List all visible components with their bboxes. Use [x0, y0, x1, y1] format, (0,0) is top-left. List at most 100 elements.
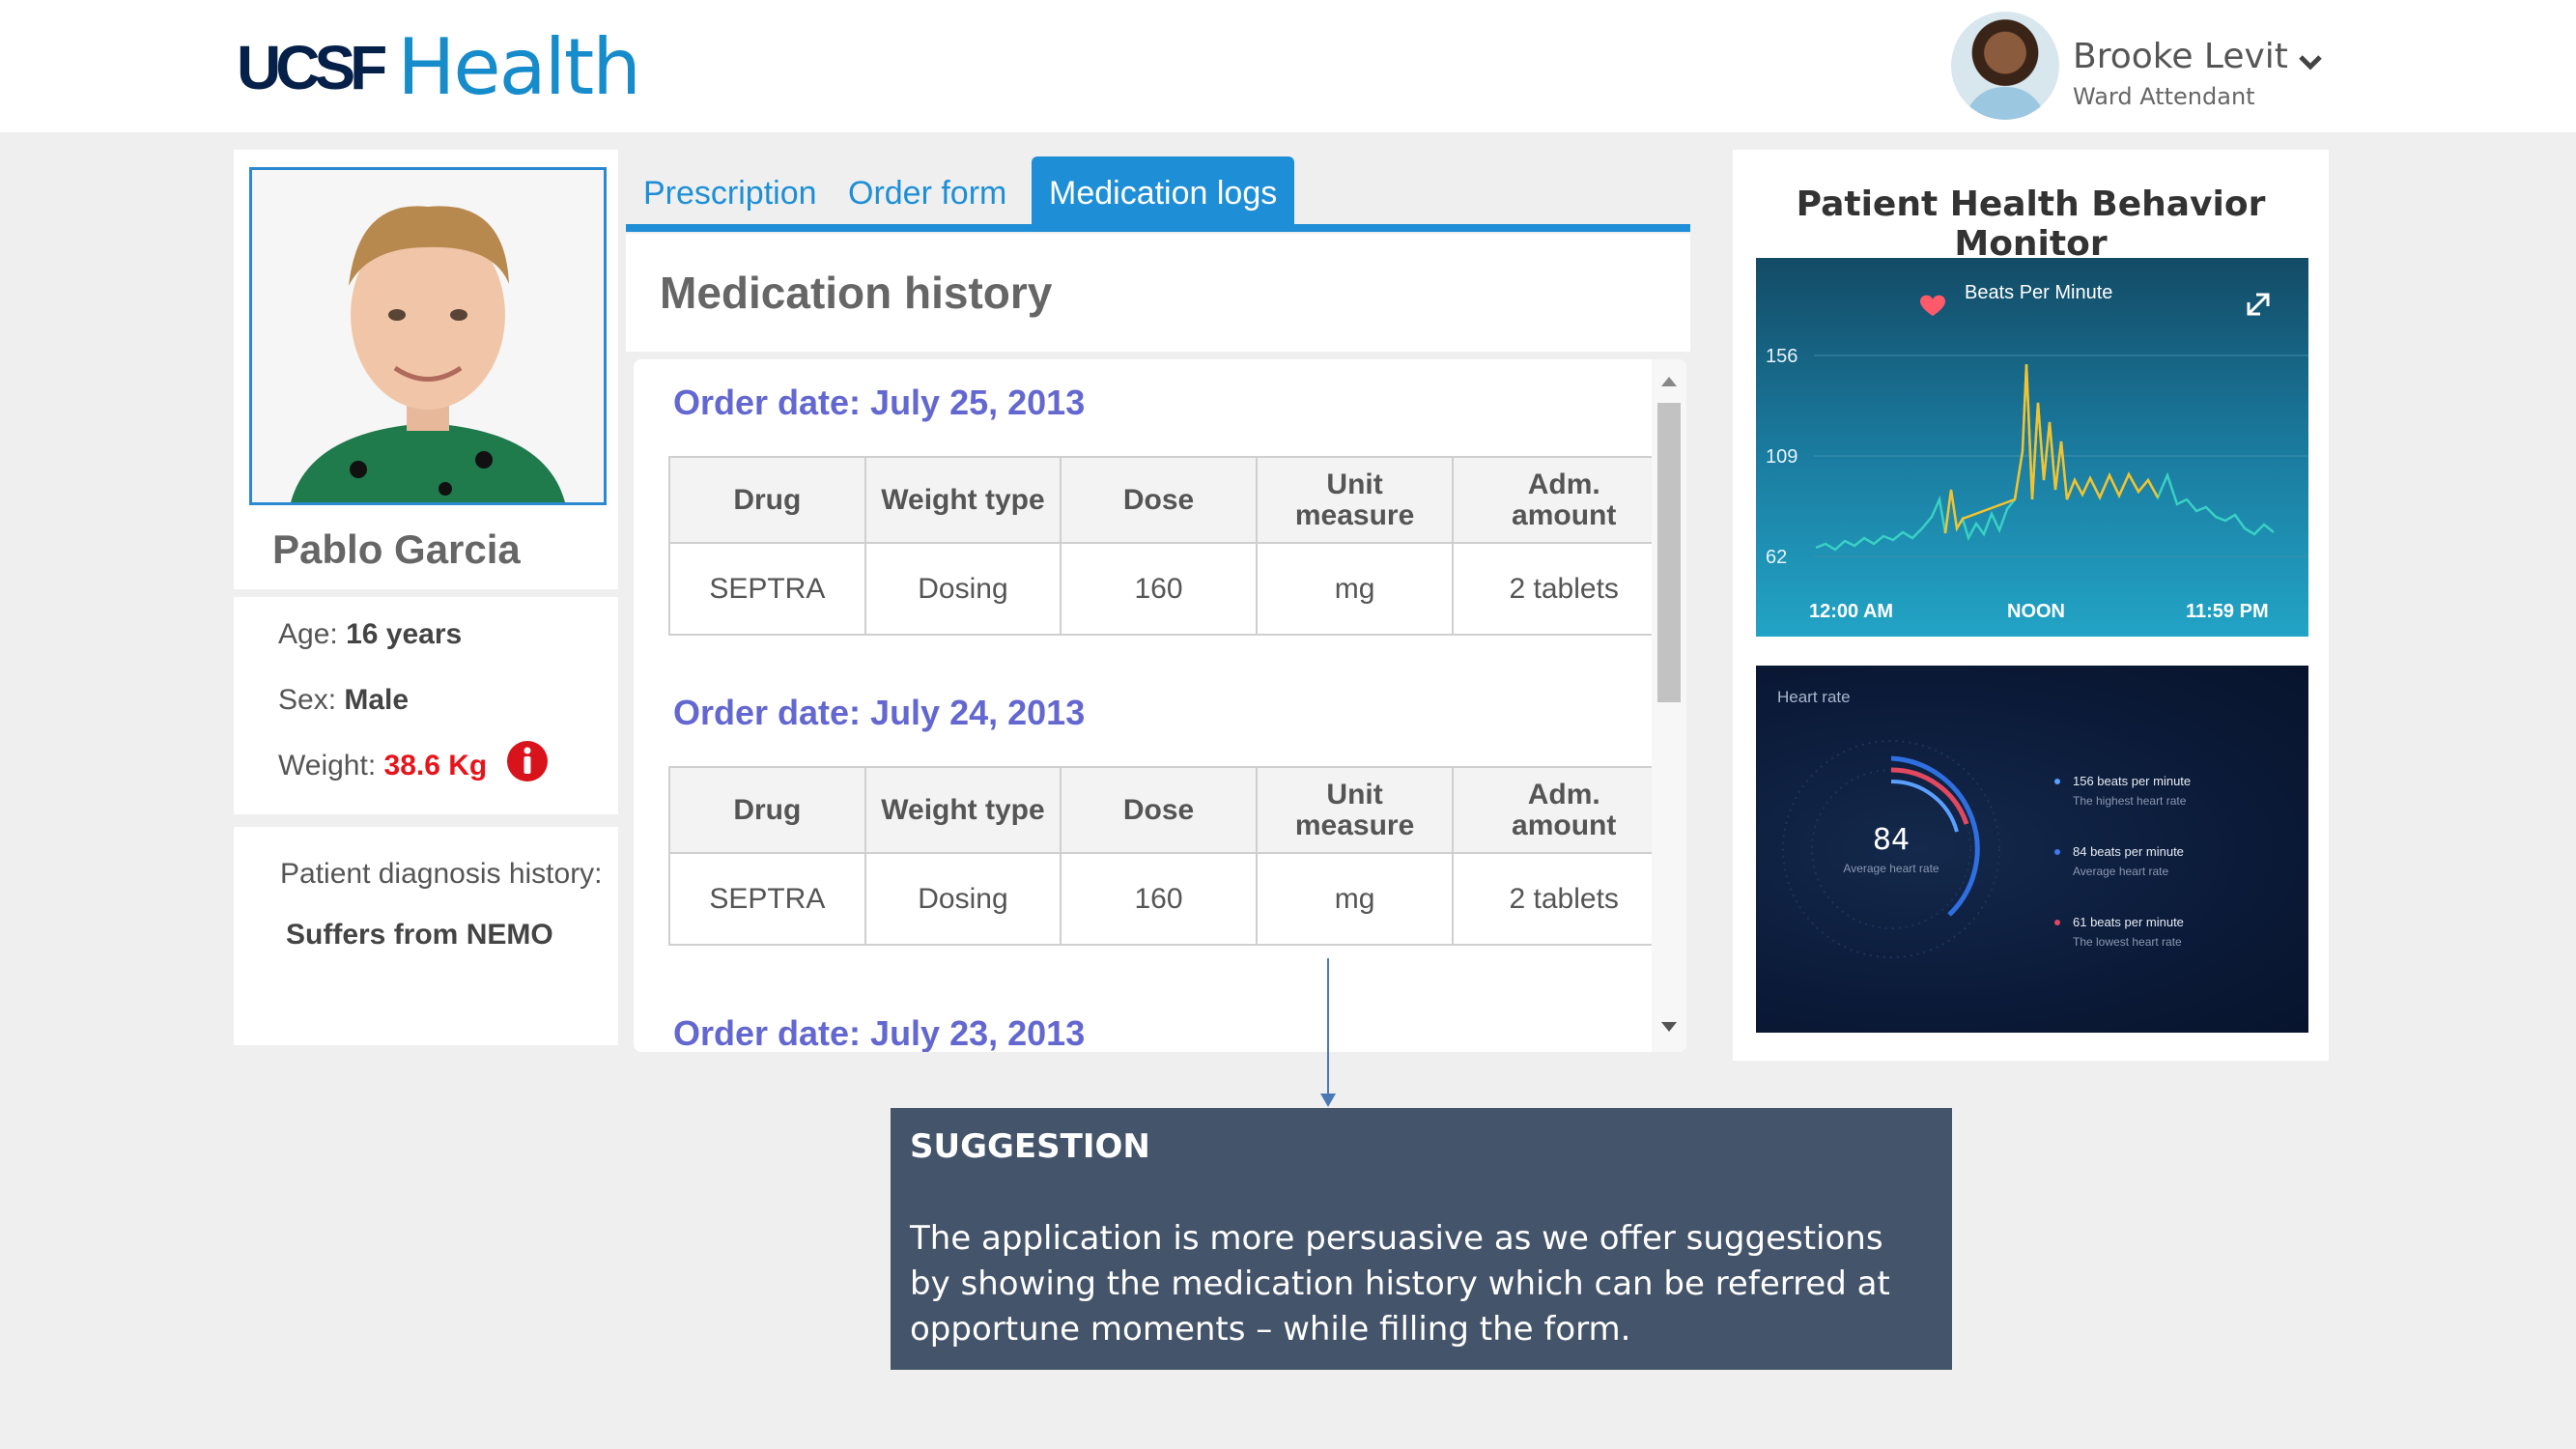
col-unit-line2: measure [1294, 809, 1415, 841]
logo-health-text: Health [397, 22, 641, 112]
age-value: 16 years [346, 618, 463, 650]
legend-min-value: 61 beats per minute [2073, 915, 2184, 929]
legend-avg-value: 84 beats per minute [2073, 844, 2184, 859]
suggestion-title: SUGGESTION [910, 1127, 1150, 1166]
heart-rate-title: Heart rate [1777, 688, 1851, 706]
diagnosis-card: Patient diagnosis history: Suffers from … [234, 827, 618, 1045]
chevron-down-icon[interactable] [2297, 48, 2324, 75]
health-monitor-card: Patient Health Behavior Monitor Beats Pe… [1733, 150, 2329, 1061]
medication-history-title: Medication history [660, 268, 1053, 318]
table-row[interactable]: SEPTRA Dosing 160 mg 2 tablets [668, 542, 1676, 636]
table-header-row: Drug Weight type Dose Unit measure Adm. am… [668, 766, 1676, 854]
scroll-up-arrow-icon[interactable] [1661, 377, 1677, 386]
col-adm-line1: Adm. [1527, 778, 1600, 810]
tab-underline [626, 224, 1690, 232]
tab-medication-logs[interactable]: Medication logs [1032, 156, 1295, 224]
order-date-1: Order date: July 25, 2013 [673, 383, 1086, 422]
bpm-series-line [1815, 363, 2275, 552]
cell-unit: mg [1255, 852, 1455, 946]
tab-prescription[interactable]: Prescription [626, 156, 835, 224]
cell-drug: SEPTRA [668, 542, 866, 636]
cell-amount: 2 tablets [1452, 542, 1676, 636]
col-drug: Drug [668, 766, 866, 854]
y-tick-label: 109 [1766, 446, 1798, 468]
patient-info-card: Age: 16 years Sex: Male Weight: 38.6 Kg [234, 597, 618, 814]
average-heart-rate-value: 84 [1873, 823, 1910, 857]
table-row[interactable]: SEPTRA Dosing 160 mg 2 tablets [668, 852, 1676, 946]
user-role: Ward Attendant [2073, 83, 2255, 110]
bpm-chart-title: Beats Per Minute [1965, 282, 2112, 303]
top-header: UCSF Health Brooke Levit Ward Attendant [0, 0, 2576, 132]
legend-avg-desc: Average heart rate [2073, 865, 2169, 878]
col-unit-line2: measure [1294, 498, 1415, 531]
scroll-down-arrow-icon[interactable] [1661, 1022, 1677, 1032]
sex-value: Male [344, 684, 410, 716]
heart-icon [1920, 295, 1945, 316]
patient-photo [249, 167, 607, 505]
min-rate-arc [1890, 767, 1969, 825]
suggestion-callout: SUGGESTION The application is more persu… [891, 1108, 1952, 1370]
x-tick-label: 11:59 PM [2186, 601, 2269, 622]
medication-history-list[interactable]: Order date: July 25, 2013 Drug Weight ty… [634, 359, 1686, 1052]
average-heart-rate-label: Average heart rate [1843, 862, 1939, 875]
col-unit-line1: Unit [1326, 468, 1383, 500]
bpm-peak-series [1943, 363, 2160, 534]
col-drug: Drug [668, 456, 866, 544]
cell-drug: SEPTRA [668, 852, 866, 946]
cell-weight-type: Dosing [863, 542, 1062, 636]
patient-weight: Weight: 38.6 Kg [278, 750, 487, 782]
legend-dot-min [2054, 920, 2060, 925]
callout-arrow-line [1327, 958, 1329, 1099]
info-alert-icon[interactable] [506, 740, 549, 782]
diagnosis-value: Suffers from NEMO [286, 919, 553, 951]
tab-bar: Prescription Order form Medication logs [626, 156, 1690, 232]
weight-value: 38.6 Kg [383, 750, 488, 781]
user-avatar[interactable] [1951, 12, 2059, 120]
x-tick-label: 12:00 AM [1809, 601, 1893, 622]
y-tick-label: 62 [1766, 547, 1787, 568]
y-tick-label: 156 [1766, 346, 1798, 367]
cell-amount: 2 tablets [1452, 852, 1676, 946]
patient-age: Age: 16 years [278, 618, 462, 651]
logo-ucsf-text: UCSF [237, 33, 387, 102]
age-label: Age: [278, 618, 338, 650]
sex-label: Sex: [278, 684, 337, 716]
weight-label: Weight: [278, 750, 377, 781]
col-weight-type: Weight type [863, 456, 1062, 544]
vertical-scrollbar[interactable] [1652, 359, 1686, 1052]
diagnosis-label: Patient diagnosis history: [280, 858, 603, 890]
col-unit-measure: Unit measure [1255, 456, 1455, 544]
heart-rate-panel[interactable]: Heart rate 84 Average heart rate 156 bea… [1756, 666, 2308, 1033]
table-header-row: Drug Weight type Dose Unit measure Adm. am… [668, 456, 1676, 544]
ucsf-health-logo[interactable]: UCSF Health [237, 22, 641, 112]
legend-max-desc: The highest heart rate [2073, 794, 2187, 808]
patient-sex: Sex: Male [278, 684, 409, 717]
cell-weight-type: Dosing [863, 852, 1062, 946]
patient-profile-card: Pablo Garcia [234, 150, 618, 589]
scrollbar-thumb[interactable] [1657, 403, 1681, 702]
expand-icon[interactable] [2247, 293, 2270, 316]
cell-dose: 160 [1060, 542, 1258, 636]
tab-order-form[interactable]: Order form [831, 156, 1024, 224]
col-adm-amount: Adm. amount [1452, 456, 1676, 544]
col-adm-line2: amount [1512, 498, 1617, 531]
col-unit-measure: Unit measure [1255, 766, 1455, 854]
col-adm-line1: Adm. [1527, 468, 1600, 500]
col-weight-type: Weight type [863, 766, 1062, 854]
cell-unit: mg [1255, 542, 1455, 636]
order-date-2: Order date: July 24, 2013 [673, 693, 1086, 732]
col-adm-line2: amount [1512, 809, 1617, 841]
col-dose: Dose [1060, 766, 1258, 854]
user-name[interactable]: Brooke Levit [2073, 37, 2288, 76]
legend-dot-avg [2054, 849, 2060, 855]
x-tick-label: NOON [2007, 601, 2065, 622]
legend-min-desc: The lowest heart rate [2073, 935, 2182, 949]
callout-arrow-head [1320, 1094, 1336, 1107]
legend-dot-max [2054, 779, 2060, 784]
col-adm-amount: Adm. amount [1452, 766, 1676, 854]
order-date-3: Order date: July 23, 2013 [673, 1013, 1086, 1052]
cell-dose: 160 [1060, 852, 1258, 946]
bpm-chart-panel[interactable]: Beats Per Minute 156 109 62 12:00 AM NOO… [1756, 258, 2308, 637]
legend-max-value: 156 beats per minute [2073, 774, 2191, 788]
medication-table-1: Drug Weight type Dose Unit measure Adm. am… [668, 456, 1676, 636]
